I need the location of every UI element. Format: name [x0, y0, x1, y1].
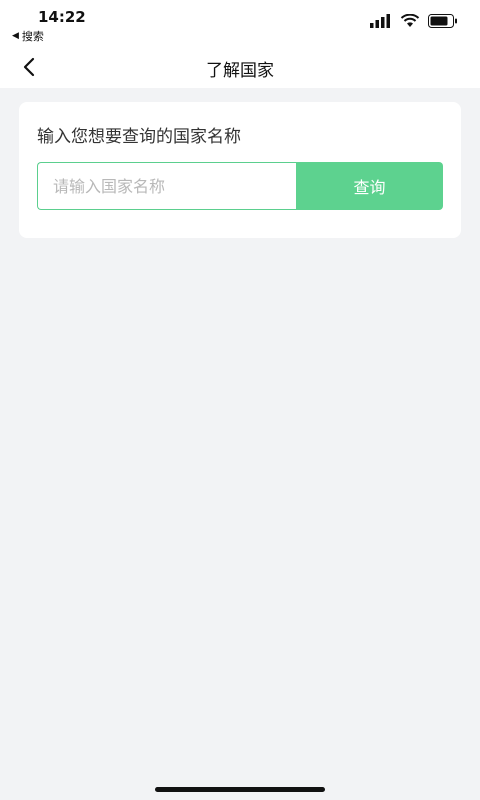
page-title: 了解国家: [206, 61, 274, 81]
status-back-label: 搜索: [21, 30, 44, 43]
status-bar: 14:22 ◀ 搜索: [0, 0, 480, 46]
wifi-icon: [400, 14, 420, 27]
signal-icon: [370, 14, 390, 28]
screen: 14:22 ◀ 搜索 了解国家 输入您想要查询的国家名称 请输入国家名称 查询: [0, 0, 480, 800]
back-triangle-icon: ◀: [12, 31, 19, 41]
status-back-to-app[interactable]: ◀ 搜索: [12, 28, 44, 44]
search-prompt-label: 输入您想要查询的国家名称: [37, 127, 241, 147]
search-button[interactable]: 查询: [296, 162, 443, 210]
status-time: 14:22: [38, 8, 86, 26]
search-row: 查询: [37, 162, 443, 210]
status-icons: [370, 14, 458, 28]
battery-icon: [428, 14, 457, 28]
nav-bar: 了解国家: [0, 46, 480, 88]
country-name-input[interactable]: [37, 162, 296, 210]
home-indicator[interactable]: [155, 787, 325, 792]
search-card: 输入您想要查询的国家名称 查询: [19, 102, 461, 238]
